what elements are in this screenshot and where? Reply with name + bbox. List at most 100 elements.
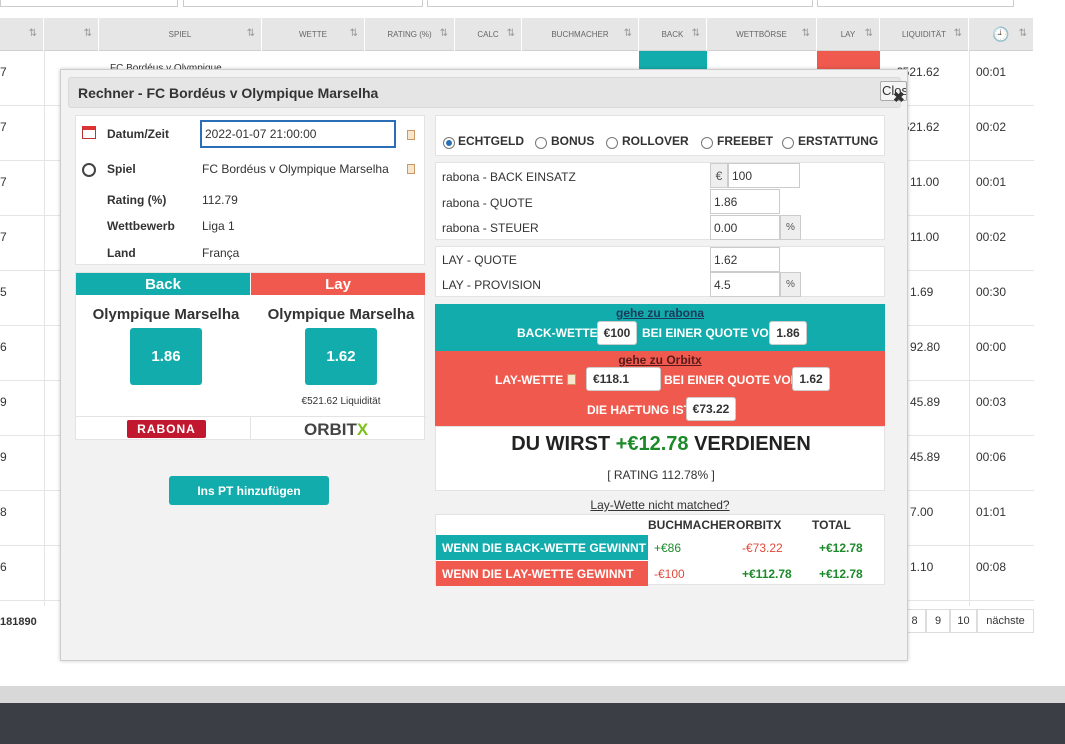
row-time: 00:02 (976, 230, 1007, 244)
go-to-orbitx-link[interactable]: gehe zu Orbitx (435, 353, 885, 367)
outcome-row-label-text: WENN DIE BACK-WETTE GEWINNT (442, 541, 646, 555)
filter-select[interactable] (817, 0, 1014, 7)
table-header: ⇅ ⇅ SPIEL ⇅ WETTE ⇅ RATING (%) ⇅ CALC ⇅ BUCH… (0, 18, 1034, 51)
radio-echtgeld[interactable] (443, 137, 455, 149)
column-header-game[interactable]: SPIEL ⇅ (99, 18, 262, 51)
rabona-logo: RABONA (127, 420, 206, 438)
modal-title: Rechner - FC Bordéus v Olympique Marselh… (78, 85, 379, 101)
ball-icon (82, 163, 96, 177)
odds-cards: Back Lay Olympique Marselha Olympique Ma… (75, 272, 426, 440)
radio-bonus[interactable] (535, 137, 547, 149)
page-9[interactable]: 9 (926, 609, 950, 633)
row-time: 01:01 (976, 505, 1007, 519)
radio-echtgeld-label: ECHTGELD (458, 134, 524, 148)
column-header-time[interactable]: 🕘 ⇅ (969, 18, 1034, 51)
rating-label: Rating (%) (107, 193, 167, 207)
radio-erstattung[interactable] (782, 137, 794, 149)
lay-not-matched-link[interactable]: Lay-Wette nicht matched? (435, 498, 885, 512)
filter-select[interactable] (183, 0, 423, 7)
back-odds-result: 1.86 (769, 321, 807, 345)
row-time: 00:01 (976, 65, 1007, 79)
copy-icon[interactable] (567, 374, 576, 385)
outcome-total: +€12.78 (819, 567, 863, 581)
column-header-exchange[interactable]: WETTBÖRSE ⇅ (707, 18, 817, 51)
column-header-lay[interactable]: LAY ⇅ (817, 18, 880, 51)
column-header-calc[interactable]: CALC ⇅ (455, 18, 522, 51)
row-cell: 9 (0, 450, 7, 464)
radio-bonus-label: BONUS (551, 134, 595, 148)
lay-team: Olympique Marselha (267, 306, 415, 323)
datetime-input[interactable]: 2022-01-07 21:00:00 (200, 120, 396, 148)
back-odds-button[interactable]: 1.86 (130, 328, 202, 385)
clock-icon: 🕘 (992, 26, 1010, 42)
lay-header: Lay (251, 273, 425, 295)
profit-panel: DU WIRST +€12.78 VERDIENEN [ RATING 112.… (435, 426, 885, 491)
lay-odds-label: LAY - QUOTE (442, 253, 517, 267)
column-header-rating[interactable]: RATING (%) ⇅ (365, 18, 455, 51)
lay-commission-label: LAY - PROVISION (442, 278, 541, 292)
back-odds-input[interactable]: 1.86 (710, 189, 780, 214)
sort-icon: ⇅ (953, 28, 962, 39)
orbitx-logo-text: ORBIT (304, 420, 357, 439)
lay-liquidity: €521.62 Liquidität (301, 396, 381, 407)
filter-select[interactable]: ▾ (0, 0, 178, 7)
scrollbar-track[interactable] (0, 686, 1065, 703)
profit-headline: DU WIRST +€12.78 VERDIENEN (436, 433, 886, 456)
outcome-exchange: -€73.22 (742, 541, 783, 555)
row-liquidity: 45.89 (910, 450, 941, 464)
lay-inputs-panel: LAY - QUOTE 1.62 LAY - PROVISION 4.5 % (435, 246, 885, 297)
country-value: França (202, 246, 240, 260)
divider (76, 416, 426, 417)
row-liquidity: 11.00 (910, 230, 940, 244)
row-cell: 9 (0, 395, 7, 409)
column-header-bookmaker[interactable]: BUCHMACHER ⇅ (522, 18, 639, 51)
liability-label: DIE HAFTUNG IST (587, 403, 691, 417)
row-cell: 6 (0, 560, 7, 574)
lay-commission-input[interactable]: 4.5 (710, 272, 780, 297)
row-cell: 7 (0, 120, 7, 134)
row-cell: 7 (0, 230, 7, 244)
next-page[interactable]: nächste (977, 609, 1034, 633)
filter-bar: ▾ (0, 0, 1065, 18)
lay-odds-button[interactable]: 1.62 (305, 328, 377, 385)
radio-rollover[interactable] (606, 137, 618, 149)
back-tax-input[interactable]: 0.00 (710, 215, 780, 240)
copy-icon[interactable] (407, 164, 415, 174)
back-stake-input[interactable]: 100 (728, 163, 800, 188)
row-liquidity: 45.89 (910, 395, 941, 409)
col-total: TOTAL (812, 518, 851, 532)
column-header[interactable]: ⇅ (0, 18, 44, 51)
add-to-pt-button[interactable]: Ins PT hinzufügen (169, 476, 329, 505)
percent-addon: % (780, 215, 801, 240)
outcome-bookmaker: -€100 (654, 567, 685, 581)
column-header-bet[interactable]: WETTE ⇅ (262, 18, 365, 51)
back-bet-mid: BEI EINER QUOTE VON (642, 326, 778, 340)
sort-icon: ⇅ (246, 28, 255, 39)
radio-freebet[interactable] (701, 137, 713, 149)
column-header-back[interactable]: BACK ⇅ (639, 18, 707, 51)
outcome-table: BUCHMACHER ORBITX TOTAL WENN DIE BACK-WE… (435, 514, 885, 586)
filter-select[interactable] (427, 0, 813, 7)
row-cell: 7 (0, 175, 7, 189)
column-header[interactable]: ⇅ (44, 18, 99, 51)
lay-odds-input[interactable]: 1.62 (710, 247, 780, 272)
page-10[interactable]: 10 (950, 609, 977, 633)
event-info-panel: Datum/Zeit 2022-01-07 21:00:00 Spiel FC … (75, 115, 425, 265)
outcome-total: +€12.78 (819, 541, 863, 555)
copy-icon[interactable] (407, 130, 415, 140)
sort-icon: ⇅ (801, 28, 810, 39)
close-icon[interactable]: ✖ (893, 89, 905, 106)
competition-value: Liga 1 (202, 219, 235, 233)
row-time: 00:08 (976, 560, 1007, 574)
go-to-rabona-link[interactable]: gehe zu rabona (435, 306, 885, 320)
competition-label: Wettbewerb (107, 219, 175, 233)
game-value: FC Bordéus v Olympique Marselha (202, 162, 389, 176)
back-stake-result: €100 (597, 321, 637, 345)
column-header-liquidity[interactable]: LIQUIDITÄT ⇅ (880, 18, 969, 51)
datetime-label: Datum/Zeit (107, 127, 170, 141)
row-cell: 8 (0, 505, 7, 519)
sort-icon: ⇅ (691, 28, 700, 39)
row-cell: 7 (0, 65, 7, 79)
sort-icon: ⇅ (623, 28, 632, 39)
row-liquidity: 11.00 (910, 175, 940, 189)
